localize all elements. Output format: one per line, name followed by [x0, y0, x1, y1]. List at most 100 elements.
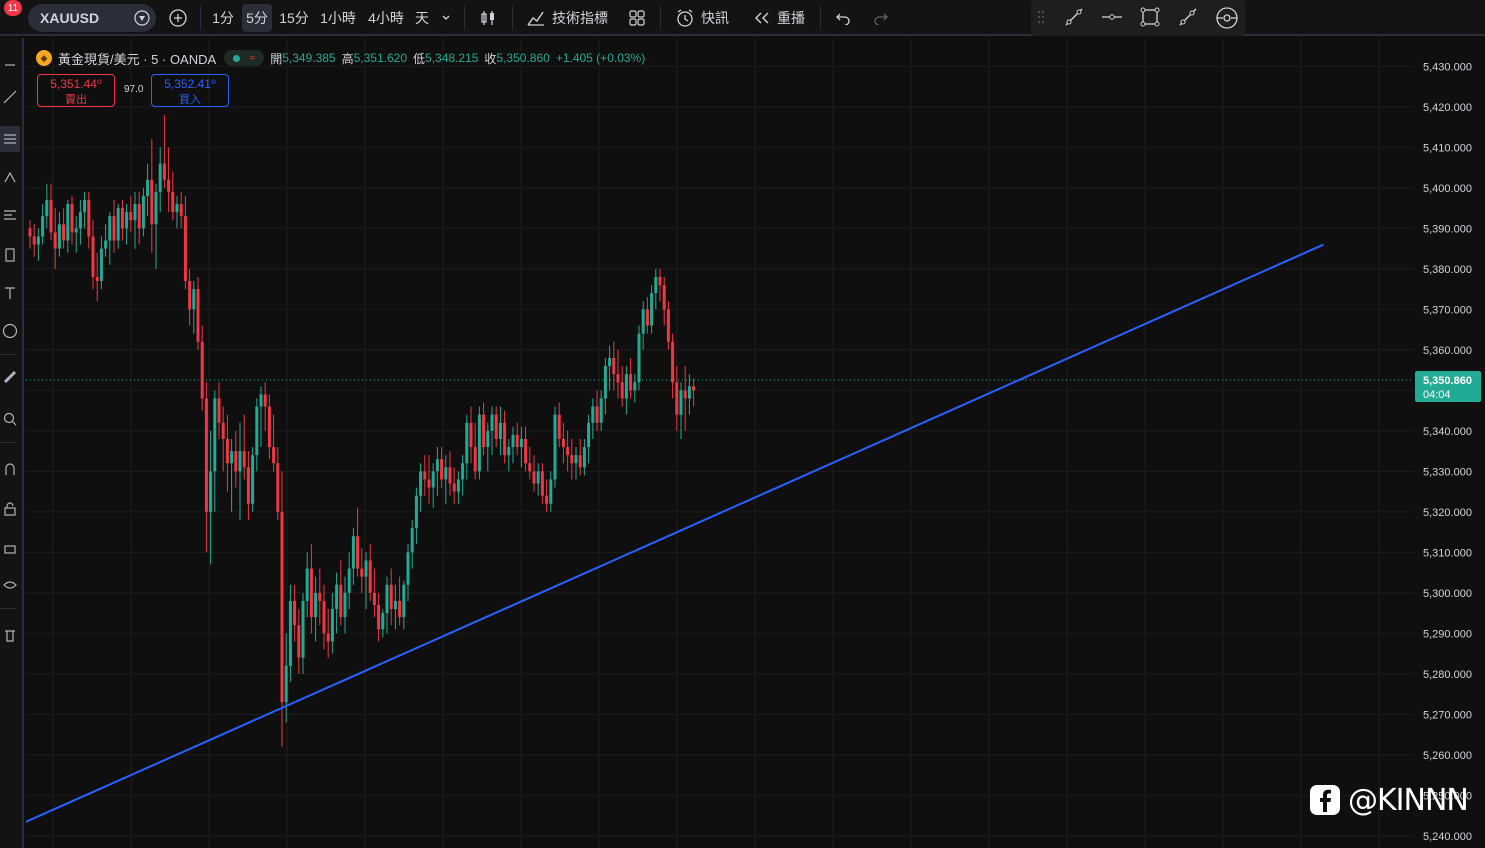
candle-body [444, 467, 448, 480]
candle-body [125, 212, 129, 229]
candle-body [192, 289, 196, 310]
horizontal-line-icon[interactable] [1101, 6, 1123, 28]
candle-body [633, 382, 637, 391]
high-label: 高 [341, 51, 354, 66]
symbol-title[interactable]: 黃金現貨/美元 · 5 · OANDA [58, 49, 216, 68]
interval-4h[interactable]: 4小時 [364, 4, 408, 32]
ray-icon[interactable] [1177, 6, 1199, 28]
candle-body [671, 341, 675, 383]
minus-icon [5, 64, 15, 66]
candle-body [364, 560, 368, 577]
replay-button[interactable]: 重播 [748, 4, 810, 32]
candle-body [116, 208, 120, 241]
interval-15m[interactable]: 15分 [276, 4, 312, 32]
candle-body [381, 613, 385, 630]
grid-icon [629, 10, 645, 26]
candle-body [45, 200, 49, 217]
interval-1d[interactable]: 天 [410, 4, 434, 32]
interval-1h[interactable]: 1小時 [316, 4, 360, 32]
candle-body [435, 459, 439, 472]
candle-body [217, 398, 221, 423]
lock-drawings-tool[interactable] [0, 534, 20, 560]
symbol-name: XAUUSD [40, 10, 100, 26]
interval-dropdown[interactable] [436, 4, 456, 32]
price-tick-label: 5,320.000 [1423, 507, 1472, 519]
candle-body [99, 248, 103, 281]
fib-tool[interactable] [0, 126, 20, 152]
redo-button[interactable] [868, 4, 894, 32]
candle-body [356, 536, 360, 569]
toolbar-divider [660, 6, 661, 30]
gold-coin-icon: ◆ [36, 50, 52, 66]
notification-badge[interactable]: 11 [4, 0, 22, 16]
tools-divider [0, 442, 16, 443]
buy-price: 5,352.41⁰ [164, 77, 216, 91]
crosshair-tool[interactable] [0, 52, 20, 78]
magnet-tool[interactable] [0, 456, 20, 482]
candle-body [141, 195, 145, 229]
shield-icon[interactable] [134, 10, 150, 26]
candle-body [133, 204, 137, 221]
candle-body [503, 422, 507, 456]
magnet-icon [5, 463, 15, 475]
candle-body [406, 552, 410, 585]
compare-button[interactable] [165, 4, 191, 32]
rectangle-icon[interactable] [1139, 6, 1161, 28]
candle-body [574, 455, 578, 464]
measure-tool[interactable] [0, 364, 20, 390]
target-icon[interactable] [1215, 6, 1239, 30]
buy-button[interactable]: 5,352.41⁰ 買入 [151, 74, 229, 107]
shape-tool[interactable] [0, 242, 20, 268]
text-tool[interactable] [0, 280, 20, 306]
lock-tool[interactable] [0, 496, 20, 522]
candle-body [36, 236, 40, 245]
delete-tool[interactable] [0, 622, 20, 648]
candle-body [461, 463, 465, 480]
candle-body [545, 495, 549, 504]
hide-drawings-tool[interactable] [0, 572, 20, 598]
candle-body [137, 204, 141, 229]
indicators-button[interactable]: 技術指標 [522, 4, 612, 32]
alarm-clock-icon [677, 9, 693, 27]
chart-type-button[interactable] [474, 4, 502, 32]
projection-tool[interactable] [0, 202, 20, 228]
interval-5m[interactable]: 5分 [242, 4, 272, 32]
trend-line-icon[interactable] [1063, 6, 1085, 28]
candle-body [687, 386, 691, 399]
candle-body [423, 471, 427, 480]
candle-body [108, 216, 112, 241]
candle-body [87, 200, 91, 237]
candle-body [482, 414, 486, 448]
undo-button[interactable] [830, 4, 856, 32]
interval-1m[interactable]: 1分 [208, 4, 238, 32]
drag-handle-icon[interactable] [1037, 10, 1045, 26]
candle-body [402, 584, 406, 618]
price-tick-label: 5,390.000 [1423, 223, 1472, 235]
pattern-tool[interactable] [0, 164, 20, 190]
icon-tool[interactable] [0, 318, 20, 344]
candle-body [297, 625, 301, 658]
candle-body [595, 406, 599, 423]
sell-button[interactable]: 5,351.44⁰ 賣出 [37, 74, 115, 107]
alert-button[interactable]: 快訊 [670, 4, 734, 32]
facebook-icon [1310, 785, 1340, 815]
candle-body [322, 600, 326, 634]
symbol-search[interactable]: XAUUSD [28, 4, 156, 32]
last-price-value: 5,350.860 [1423, 375, 1472, 387]
price-tick-label: 5,410.000 [1423, 142, 1472, 154]
candle-body [53, 232, 57, 249]
candle-body [213, 398, 217, 472]
line-tool[interactable] [0, 84, 20, 110]
candle-body [599, 398, 603, 423]
price-chart[interactable]: 5,430.000 5,420.000 5,410.000 5,400.000 5,39… [26, 38, 1485, 848]
layouts-button[interactable] [622, 4, 652, 32]
zoom-tool[interactable] [0, 406, 20, 432]
market-status[interactable]: ≈ [224, 50, 265, 66]
watermark: @KINNN [1310, 780, 1469, 820]
candle-body [146, 179, 150, 196]
candle-body [280, 511, 284, 703]
close-value: 5,350.860 [496, 51, 550, 65]
candle-body [263, 394, 267, 407]
undo-icon [836, 13, 850, 25]
price-tick-label: 5,380.000 [1423, 264, 1472, 276]
